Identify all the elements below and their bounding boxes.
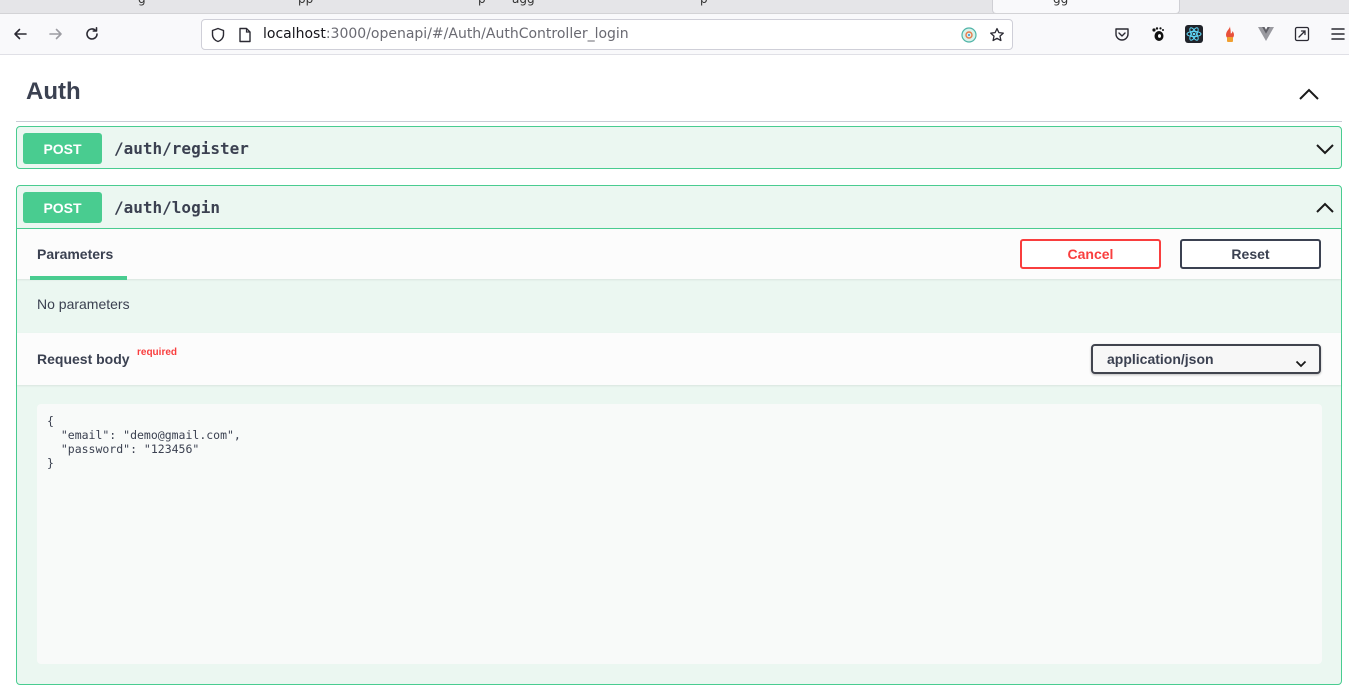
- tab-title[interactable]: p: [700, 0, 708, 6]
- url-path: :3000/openapi/#/Auth/AuthController_logi…: [325, 26, 629, 42]
- vue-devtools-icon[interactable]: [1256, 24, 1276, 44]
- request-body-title: Request body: [37, 351, 130, 367]
- content-type-select[interactable]: application/json: [1091, 344, 1321, 374]
- chevron-up-icon[interactable]: [1298, 86, 1320, 100]
- operation-summary[interactable]: POST /auth/login: [17, 186, 1341, 228]
- page-icon[interactable]: [236, 26, 254, 44]
- swagger-content: Auth POST /auth/register POST /auth/logi…: [0, 56, 1349, 685]
- no-parameters-text: No parameters: [37, 296, 130, 312]
- tab-parameters[interactable]: Parameters: [37, 246, 113, 262]
- tab-strip: g pp p agg p gg: [0, 0, 1349, 14]
- tab-title[interactable]: g: [138, 0, 146, 6]
- tab-active-indicator: [30, 276, 127, 280]
- tab-title: gg: [1053, 0, 1068, 6]
- forward-arrow-icon[interactable]: [44, 22, 68, 46]
- browser-toolbar: localhost:3000/openapi/#/Auth/AuthContro…: [0, 14, 1349, 55]
- extension-fire-icon[interactable]: [1220, 24, 1240, 44]
- url-host: localhost: [263, 26, 326, 42]
- operation-summary[interactable]: POST /auth/register: [17, 127, 1341, 169]
- operation-path: /auth/login: [114, 198, 220, 217]
- method-badge: POST: [23, 133, 102, 164]
- chevron-down-icon: [1295, 355, 1307, 368]
- chevron-up-icon[interactable]: [1315, 200, 1335, 214]
- active-tab[interactable]: gg: [992, 0, 1180, 13]
- reset-button[interactable]: Reset: [1180, 239, 1321, 269]
- operation-path: /auth/register: [114, 139, 249, 158]
- react-devtools-icon[interactable]: [1184, 24, 1204, 44]
- reload-icon[interactable]: [80, 22, 104, 46]
- required-badge: required: [137, 347, 178, 358]
- tab-title[interactable]: agg: [512, 0, 535, 6]
- star-icon[interactable]: [988, 26, 1006, 44]
- method-badge: POST: [23, 192, 102, 223]
- cancel-button[interactable]: Cancel: [1020, 239, 1161, 269]
- tag-section-header[interactable]: Auth: [16, 66, 1342, 122]
- content-type-value: application/json: [1107, 351, 1214, 367]
- tab-title[interactable]: pp: [298, 0, 313, 6]
- menu-icon[interactable]: [1328, 24, 1348, 44]
- parameters-header: Parameters Cancel Reset: [17, 228, 1341, 280]
- request-body-editor[interactable]: { "email": "demo@gmail.com", "password":…: [37, 404, 1322, 664]
- shield-icon[interactable]: [209, 26, 227, 44]
- chevron-down-icon[interactable]: [1315, 141, 1335, 155]
- back-arrow-icon[interactable]: [8, 22, 32, 46]
- url-text[interactable]: localhost:3000/openapi/#/Auth/AuthContro…: [263, 26, 629, 42]
- tab-title[interactable]: p: [478, 0, 486, 6]
- operation-register: POST /auth/register: [16, 126, 1342, 169]
- request-body-header: Request body required application/json: [17, 333, 1341, 385]
- tag-title[interactable]: Auth: [26, 78, 81, 106]
- address-bar[interactable]: localhost:3000/openapi/#/Auth/AuthContro…: [201, 19, 1013, 50]
- fullscreen-icon[interactable]: [1292, 24, 1312, 44]
- operation-login: POST /auth/login Parameters Cancel Reset…: [16, 185, 1342, 685]
- pocket-icon[interactable]: [1112, 24, 1132, 44]
- reader-mode-icon[interactable]: [960, 26, 978, 44]
- gnome-extension-icon[interactable]: [1148, 24, 1168, 44]
